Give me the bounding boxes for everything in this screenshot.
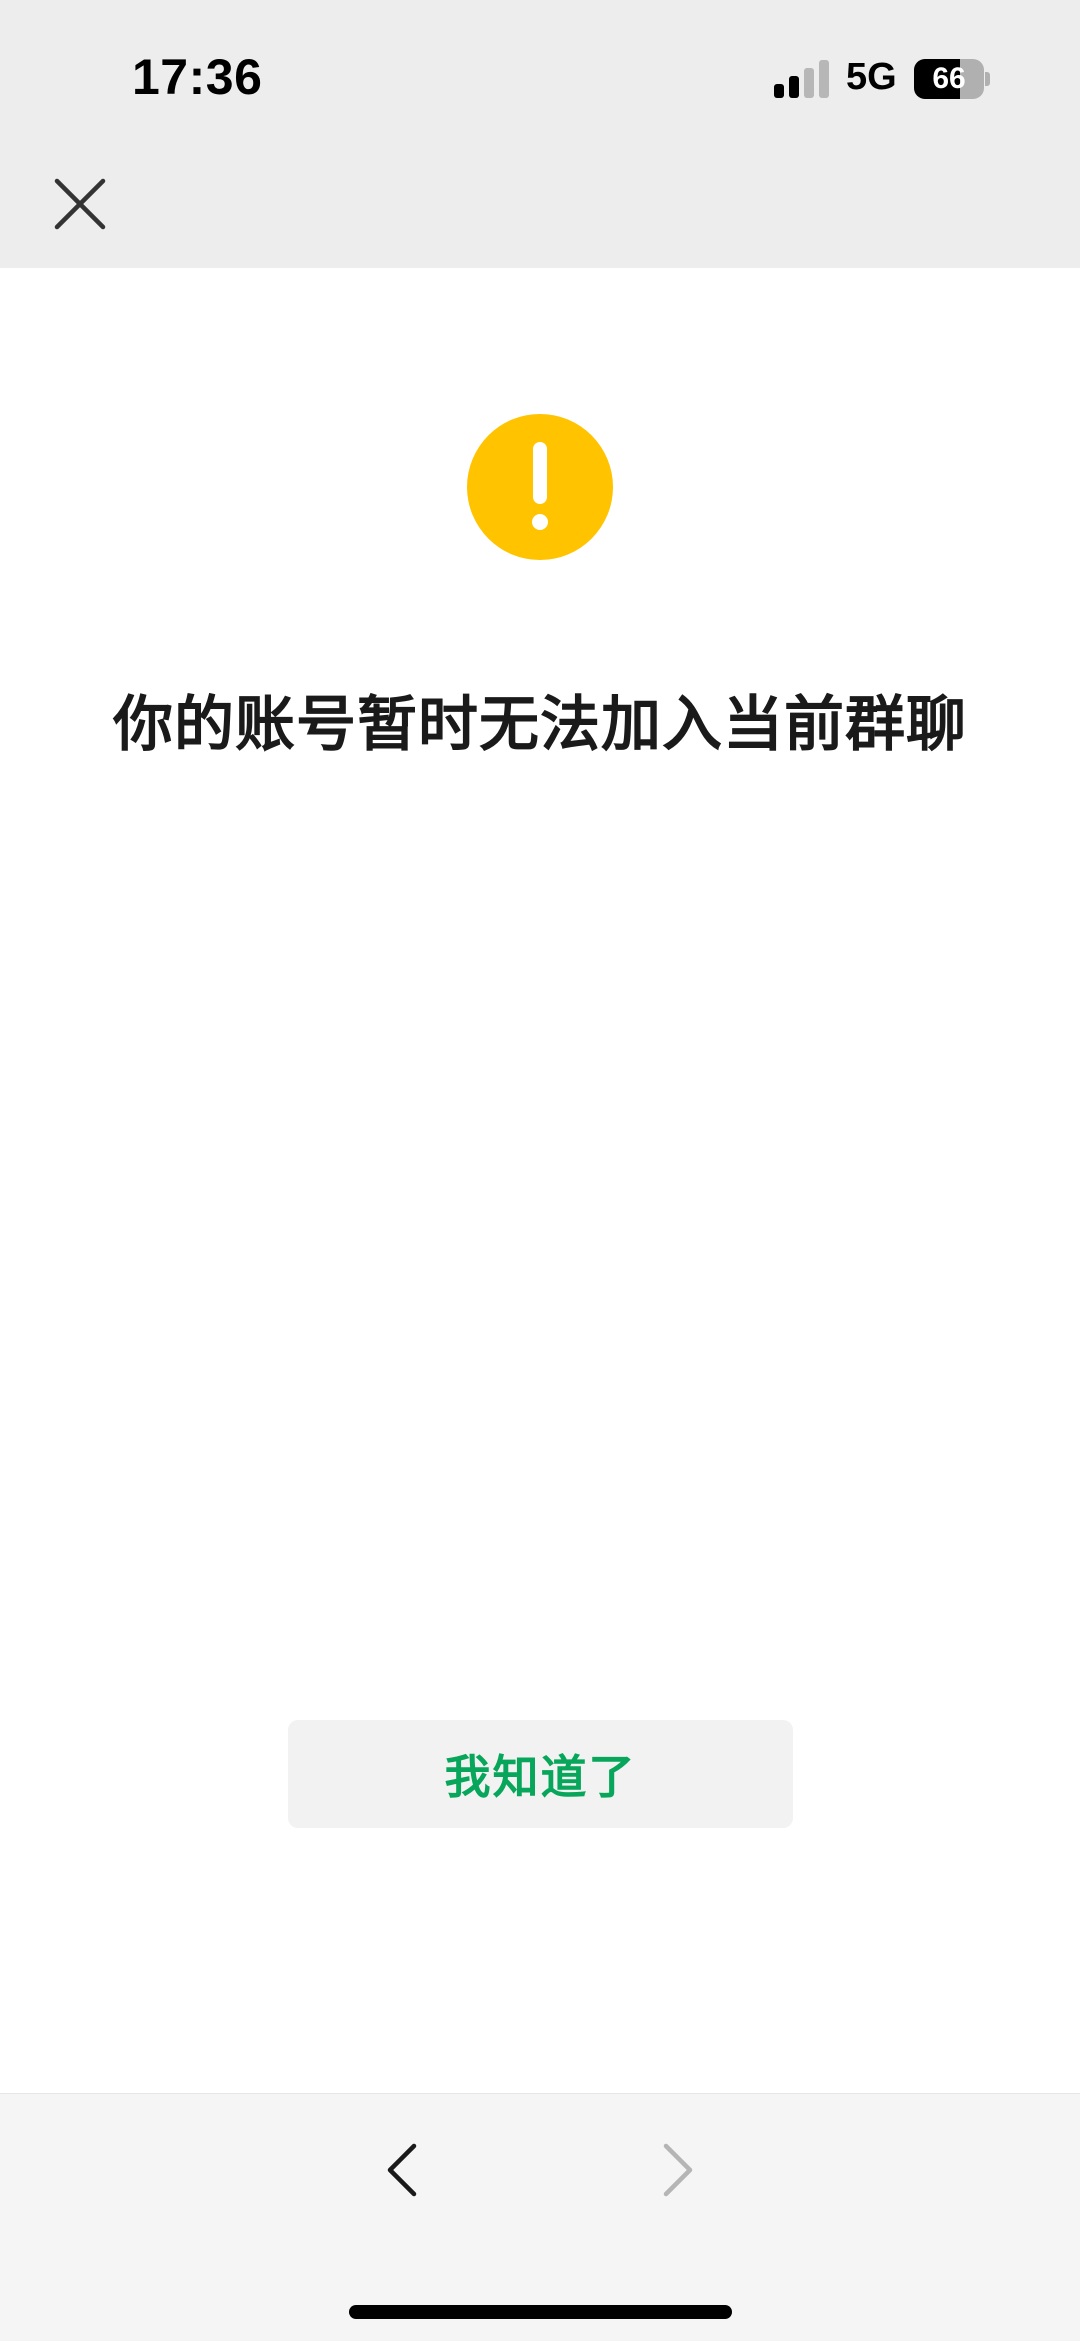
chevron-right-icon	[663, 2143, 693, 2197]
acknowledge-button[interactable]: 我知道了	[288, 1720, 793, 1828]
battery-level: 66	[932, 62, 966, 95]
home-indicator[interactable]	[349, 2305, 732, 2319]
forward-button[interactable]	[650, 2140, 706, 2200]
close-button[interactable]	[52, 176, 108, 232]
chevron-left-icon	[387, 2143, 417, 2197]
bottom-toolbar	[0, 2093, 1080, 2341]
network-type: 5G	[846, 56, 897, 98]
error-message: 你的账号暂时无法加入当前群聊	[113, 690, 967, 760]
back-button[interactable]	[374, 2140, 430, 2200]
battery-icon: 66	[914, 59, 990, 99]
exclamation-circle-icon	[467, 414, 613, 560]
close-icon	[54, 178, 106, 230]
top-bar: 17:36 5G 66	[0, 0, 1080, 268]
cellular-signal-icon	[774, 60, 830, 98]
screen: 17:36 5G 66 你的账号暂时无法加入当前群聊 我知道了	[0, 0, 1080, 2341]
status-time: 17:36	[132, 49, 263, 105]
